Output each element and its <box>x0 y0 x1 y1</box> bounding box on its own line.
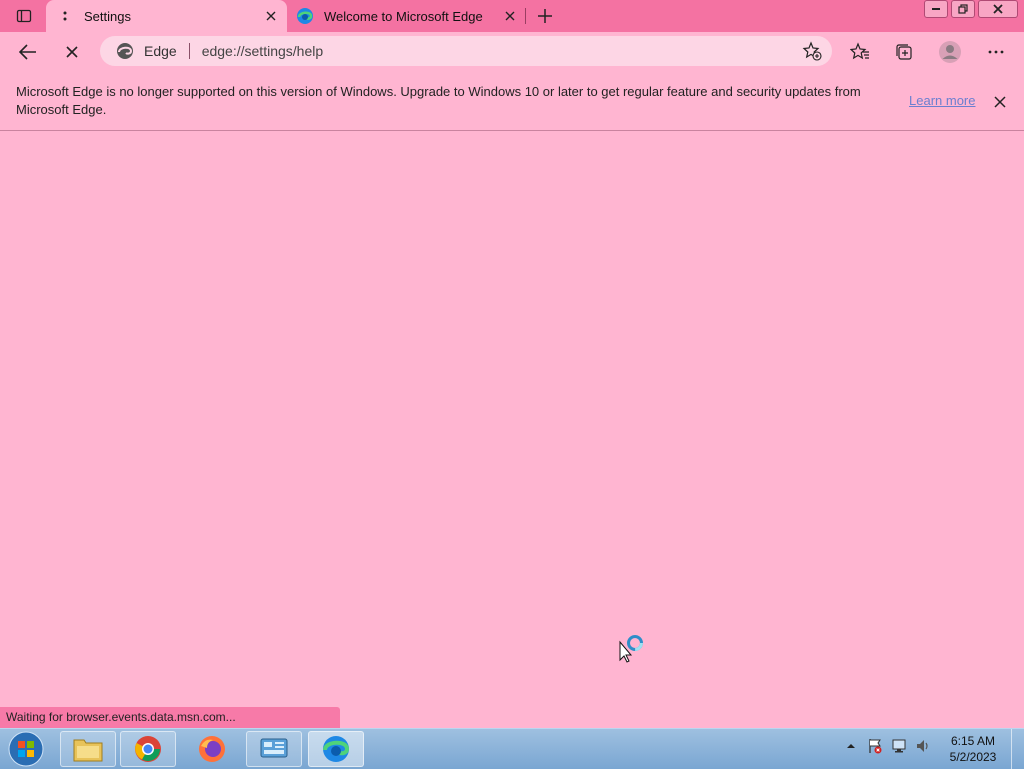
collections-icon <box>896 44 912 60</box>
system-tray <box>842 737 932 755</box>
infobar-message: Microsoft Edge is no longer supported on… <box>16 84 861 117</box>
show-desktop-button[interactable] <box>1011 729 1024 769</box>
action-center-icon[interactable] <box>866 737 884 755</box>
unsupported-os-infobar: Microsoft Edge is no longer supported on… <box>0 72 1024 131</box>
stop-loading-button[interactable] <box>56 36 88 68</box>
avatar-icon <box>939 41 961 63</box>
close-icon <box>266 11 276 21</box>
settings-more-button[interactable] <box>980 36 1012 68</box>
tab-title: Settings <box>84 8 131 24</box>
close-window-button[interactable] <box>978 0 1018 18</box>
folder-icon <box>73 739 103 762</box>
tab-close-button[interactable] <box>500 6 520 26</box>
taskbar-edge[interactable] <box>308 731 364 767</box>
taskbar-firefox[interactable] <box>184 731 240 767</box>
add-favorite-button[interactable] <box>798 37 826 65</box>
clock-time: 6:15 AM <box>950 734 996 748</box>
tab-strip: Settings Welcome to Microsoft Edge <box>0 0 1024 32</box>
profile-button[interactable] <box>934 36 966 68</box>
edge-logo-icon <box>296 7 314 25</box>
address-bar[interactable]: Edge edge://settings/help <box>100 36 832 66</box>
chrome-icon <box>135 736 161 762</box>
loading-dots-icon <box>56 7 74 25</box>
network-icon[interactable] <box>890 737 908 755</box>
close-icon <box>993 4 1003 14</box>
site-identity-label[interactable]: Edge <box>144 43 177 59</box>
back-arrow-icon <box>19 44 36 60</box>
edge-logo-icon <box>114 40 136 62</box>
browser-toolbar: Edge edge://settings/help <box>0 32 1024 72</box>
edge-logo-icon <box>323 736 350 762</box>
tab-settings[interactable]: Settings <box>46 0 287 32</box>
back-button[interactable] <box>12 36 44 68</box>
tab-actions-button[interactable] <box>8 4 40 28</box>
firefox-icon <box>199 736 225 762</box>
taskbar: 6:15 AM 5/2/2023 <box>0 728 1024 769</box>
restore-icon <box>958 4 968 14</box>
learn-more-link[interactable]: Learn more <box>909 93 975 108</box>
taskbar-file-explorer[interactable] <box>60 731 116 767</box>
start-button[interactable] <box>4 730 48 768</box>
address-divider <box>188 43 190 59</box>
clock-date: 5/2/2023 <box>949 750 997 764</box>
tab-welcome[interactable]: Welcome to Microsoft Edge <box>290 0 526 32</box>
new-tab-button[interactable] <box>534 4 556 28</box>
favorites-star-icon <box>850 42 869 60</box>
taskbar-clock[interactable]: 6:15 AM 5/2/2023 <box>944 733 1002 765</box>
show-hidden-icons-button[interactable] <box>842 737 860 755</box>
star-add-icon <box>802 41 822 61</box>
window-controls <box>924 0 1018 18</box>
volume-icon[interactable] <box>914 737 932 755</box>
collections-button[interactable] <box>888 36 920 68</box>
plus-icon <box>538 9 552 23</box>
close-icon <box>505 11 515 21</box>
chevron-up-icon <box>847 744 855 748</box>
close-icon <box>66 46 78 58</box>
close-icon <box>994 96 1006 108</box>
infobar-close-button[interactable] <box>988 90 1012 114</box>
url-text[interactable]: edge://settings/help <box>202 43 798 59</box>
tab-title: Welcome to Microsoft Edge <box>324 8 483 24</box>
tab-close-button[interactable] <box>261 6 281 26</box>
favorites-button[interactable] <box>844 36 876 68</box>
taskbar-chrome[interactable] <box>120 731 176 767</box>
minimize-button[interactable] <box>924 0 948 18</box>
taskbar-control-panel[interactable] <box>246 731 302 767</box>
busy-cursor-icon <box>618 633 646 668</box>
windows-logo-icon <box>8 731 44 767</box>
page-content <box>0 131 1024 728</box>
minimize-icon <box>932 8 940 10</box>
more-dots-icon <box>988 50 1004 54</box>
control-panel-icon <box>260 738 288 758</box>
tab-actions-icon <box>16 9 32 23</box>
restore-button[interactable] <box>951 0 975 18</box>
status-bubble: Waiting for browser.events.data.msn.com.… <box>0 707 340 728</box>
